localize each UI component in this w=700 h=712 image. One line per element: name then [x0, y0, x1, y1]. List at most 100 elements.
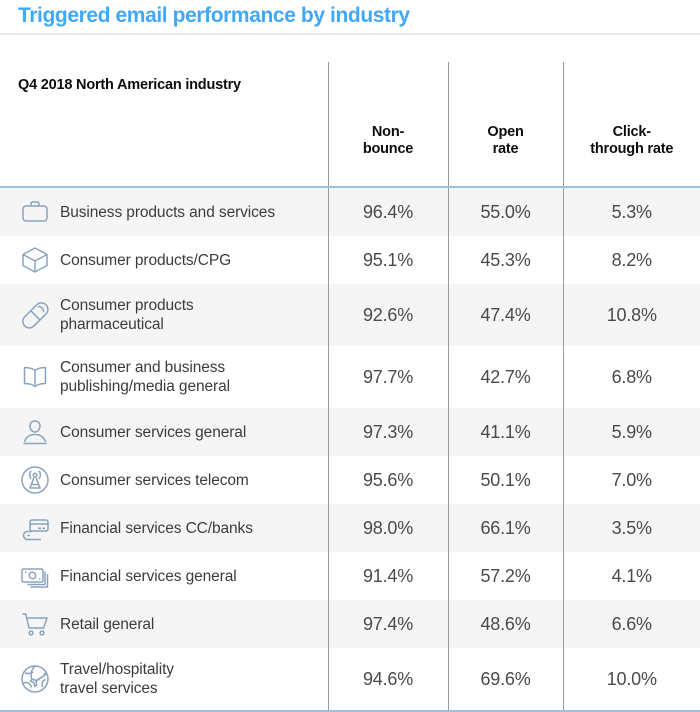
industry-label-line2: travel services	[60, 680, 158, 697]
column-header-non-bounce-line1: Non-	[329, 124, 448, 141]
industry-label-line1: Business products and services	[60, 204, 275, 221]
table-row: Consumer and business publishing/media ge…	[0, 346, 700, 408]
table-row: Retail general 97.4%48.6%6.6%	[0, 600, 700, 648]
table-row: Financial services CC/banks 98.0%66.1%3.…	[0, 504, 700, 552]
table-row: Consumer products/CPG 95.1%45.3%8.2%	[0, 236, 700, 284]
industry-cell: Business products and services	[0, 187, 328, 236]
briefcase-icon	[14, 194, 56, 230]
non-bounce-value: 98.0%	[328, 504, 448, 552]
industry-label-line2: pharmaceutical	[60, 316, 164, 333]
column-header-non-bounce-line2: bounce	[329, 141, 448, 158]
box-icon	[14, 242, 56, 278]
non-bounce-value: 97.3%	[328, 408, 448, 456]
industry-label: Travel/hospitality travel services	[56, 660, 174, 698]
click-through-rate-value: 10.8%	[563, 284, 700, 346]
click-through-rate-value: 4.1%	[563, 552, 700, 600]
industry-label: Consumer products/CPG	[56, 251, 231, 270]
column-header-open-rate-line1: Open	[449, 124, 563, 141]
table-row: Financial services general 91.4%57.2%4.1…	[0, 552, 700, 600]
click-through-rate-value: 8.2%	[563, 236, 700, 284]
performance-table: Q4 2018 North American industry Non- bou…	[0, 62, 700, 712]
industry-label: Consumer products pharmaceutical	[56, 296, 194, 334]
industry-label: Retail general	[56, 615, 154, 634]
open-rate-value: 66.1%	[448, 504, 563, 552]
industry-cell: Financial services general	[0, 552, 328, 600]
globe-airplane-icon	[14, 661, 56, 697]
broadcast-tower-icon	[14, 462, 56, 498]
industry-cell: Travel/hospitality travel services	[0, 648, 328, 711]
click-through-rate-value: 6.6%	[563, 600, 700, 648]
open-rate-value: 45.3%	[448, 236, 563, 284]
column-header-non-bounce: Non- bounce	[328, 62, 448, 187]
column-header-ctr-line1: Click-	[564, 124, 700, 141]
industry-label: Consumer and business publishing/media ge…	[56, 358, 230, 396]
industry-label: Consumer services telecom	[56, 471, 249, 490]
non-bounce-value: 97.4%	[328, 600, 448, 648]
open-rate-value: 69.6%	[448, 648, 563, 711]
click-through-rate-value: 3.5%	[563, 504, 700, 552]
industry-label-line1: Consumer and business	[60, 359, 225, 376]
click-through-rate-value: 5.3%	[563, 187, 700, 236]
banknotes-icon	[14, 558, 56, 594]
non-bounce-value: 96.4%	[328, 187, 448, 236]
table-body: Business products and services 96.4%55.0…	[0, 187, 700, 711]
table-page: Triggered email performance by industry …	[0, 0, 700, 643]
table-row: Travel/hospitality travel services 94.6%6…	[0, 648, 700, 711]
industry-label-line1: Travel/hospitality	[60, 661, 174, 678]
table-header: Q4 2018 North American industry Non- bou…	[0, 62, 700, 187]
column-header-ctr-line2: through rate	[564, 141, 700, 158]
industry-cell: Consumer services general	[0, 408, 328, 456]
person-icon	[14, 414, 56, 450]
column-header-click-through-rate: Click- through rate	[563, 62, 700, 187]
industry-label: Business products and services	[56, 203, 275, 222]
industry-cell: Consumer products/CPG	[0, 236, 328, 284]
industry-label-line1: Consumer products	[60, 297, 194, 314]
industry-label: Consumer services general	[56, 423, 246, 442]
industry-cell: Consumer services telecom	[0, 456, 328, 504]
column-header-open-rate: Open rate	[448, 62, 563, 187]
page-title: Triggered email performance by industry	[18, 4, 410, 28]
column-header-open-rate-line2: rate	[449, 141, 563, 158]
column-header-industry: Q4 2018 North American industry	[0, 62, 328, 187]
open-rate-value: 48.6%	[448, 600, 563, 648]
open-rate-value: 50.1%	[448, 456, 563, 504]
non-bounce-value: 92.6%	[328, 284, 448, 346]
open-book-icon	[14, 359, 56, 395]
non-bounce-value: 95.1%	[328, 236, 448, 284]
industry-label-line1: Retail general	[60, 616, 154, 633]
industry-label: Financial services general	[56, 567, 237, 586]
table-row: Consumer products pharmaceutical 92.6%47.…	[0, 284, 700, 346]
click-through-rate-value: 5.9%	[563, 408, 700, 456]
open-rate-value: 57.2%	[448, 552, 563, 600]
open-rate-value: 55.0%	[448, 187, 563, 236]
click-through-rate-value: 10.0%	[563, 648, 700, 711]
non-bounce-value: 91.4%	[328, 552, 448, 600]
non-bounce-value: 97.7%	[328, 346, 448, 408]
industry-cell: Financial services CC/banks	[0, 504, 328, 552]
header-row: Q4 2018 North American industry Non- bou…	[0, 62, 700, 187]
table-row: Business products and services 96.4%55.0…	[0, 187, 700, 236]
industry-label: Financial services CC/banks	[56, 519, 253, 538]
open-rate-value: 42.7%	[448, 346, 563, 408]
shopping-cart-icon	[14, 606, 56, 642]
industry-cell: Retail general	[0, 600, 328, 648]
credit-card-hand-icon	[14, 510, 56, 546]
industry-cell: Consumer and business publishing/media ge…	[0, 346, 328, 408]
non-bounce-value: 95.6%	[328, 456, 448, 504]
click-through-rate-value: 7.0%	[563, 456, 700, 504]
table-row: Consumer services telecom 95.6%50.1%7.0%	[0, 456, 700, 504]
open-rate-value: 41.1%	[448, 408, 563, 456]
industry-label-line1: Consumer services telecom	[60, 472, 249, 489]
industry-label-line1: Consumer services general	[60, 424, 246, 441]
open-rate-value: 47.4%	[448, 284, 563, 346]
industry-label-line2: publishing/media general	[60, 378, 230, 395]
click-through-rate-value: 6.8%	[563, 346, 700, 408]
industry-cell: Consumer products pharmaceutical	[0, 284, 328, 346]
pill-capsule-icon	[14, 297, 56, 333]
table-row: Consumer services general 97.3%41.1%5.9%	[0, 408, 700, 456]
non-bounce-value: 94.6%	[328, 648, 448, 711]
industry-label-line1: Financial services general	[60, 568, 237, 585]
industry-label-line1: Financial services CC/banks	[60, 520, 253, 537]
industry-label-line1: Consumer products/CPG	[60, 252, 231, 269]
title-divider	[0, 33, 700, 35]
